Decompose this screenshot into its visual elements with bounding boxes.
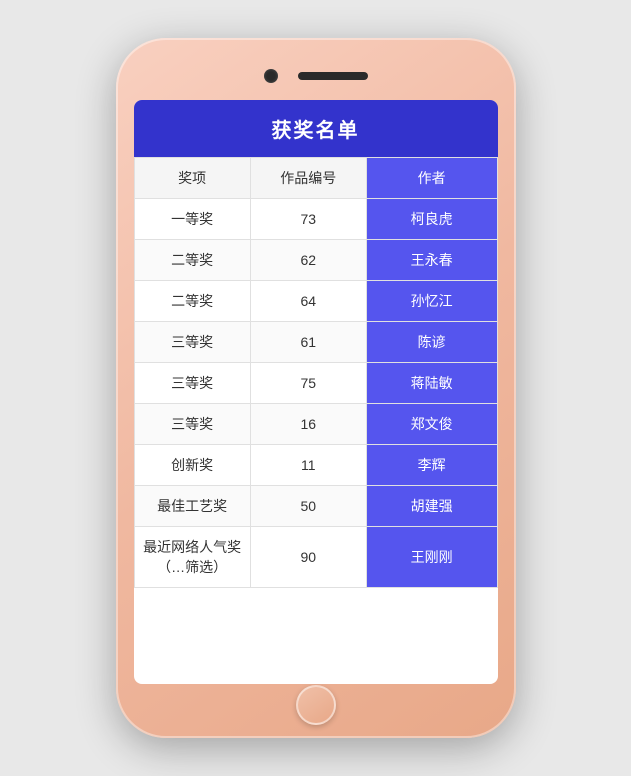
table-row: 创新奖11李辉 (134, 445, 497, 486)
award-cell: 最近网络人气奖（…筛选） (134, 527, 250, 588)
award-cell: 三等奖 (134, 363, 250, 404)
code-cell: 90 (250, 527, 366, 588)
screen-content[interactable]: 获奖名单 奖项 作品编号 作者 一等奖73柯良虎二等奖62王永春二等奖64孙忆江… (134, 100, 498, 684)
table-row: 三等奖16郑文俊 (134, 404, 497, 445)
author-cell: 王刚刚 (366, 527, 497, 588)
table-row: 二等奖64孙忆江 (134, 281, 497, 322)
award-cell: 三等奖 (134, 322, 250, 363)
award-cell: 一等奖 (134, 199, 250, 240)
table-row: 三等奖75蒋陆敏 (134, 363, 497, 404)
header-author: 作者 (366, 158, 497, 199)
table-row: 最近网络人气奖（…筛选）90王刚刚 (134, 527, 497, 588)
phone-frame: 获奖名单 奖项 作品编号 作者 一等奖73柯良虎二等奖62王永春二等奖64孙忆江… (116, 38, 516, 738)
phone-bottom (296, 690, 336, 720)
code-cell: 11 (250, 445, 366, 486)
table-row: 三等奖61陈谚 (134, 322, 497, 363)
header-award: 奖项 (134, 158, 250, 199)
table-row: 最佳工艺奖50胡建强 (134, 486, 497, 527)
award-table: 奖项 作品编号 作者 一等奖73柯良虎二等奖62王永春二等奖64孙忆江三等奖61… (134, 157, 498, 588)
author-cell: 李辉 (366, 445, 497, 486)
award-cell: 最佳工艺奖 (134, 486, 250, 527)
award-cell: 二等奖 (134, 281, 250, 322)
code-cell: 62 (250, 240, 366, 281)
home-button[interactable] (296, 685, 336, 725)
award-cell: 创新奖 (134, 445, 250, 486)
author-cell: 柯良虎 (366, 199, 497, 240)
table-row: 二等奖62王永春 (134, 240, 497, 281)
author-cell: 孙忆江 (366, 281, 497, 322)
phone-top (134, 56, 498, 96)
code-cell: 64 (250, 281, 366, 322)
table-title: 获奖名单 (134, 100, 498, 157)
author-cell: 王永春 (366, 240, 497, 281)
code-cell: 73 (250, 199, 366, 240)
header-code: 作品编号 (250, 158, 366, 199)
code-cell: 61 (250, 322, 366, 363)
code-cell: 75 (250, 363, 366, 404)
code-cell: 16 (250, 404, 366, 445)
author-cell: 胡建强 (366, 486, 497, 527)
award-cell: 三等奖 (134, 404, 250, 445)
speaker (298, 72, 368, 80)
author-cell: 郑文俊 (366, 404, 497, 445)
code-cell: 50 (250, 486, 366, 527)
camera-icon (264, 69, 278, 83)
table-row: 一等奖73柯良虎 (134, 199, 497, 240)
phone-screen: 获奖名单 奖项 作品编号 作者 一等奖73柯良虎二等奖62王永春二等奖64孙忆江… (134, 100, 498, 684)
award-cell: 二等奖 (134, 240, 250, 281)
author-cell: 蒋陆敏 (366, 363, 497, 404)
author-cell: 陈谚 (366, 322, 497, 363)
